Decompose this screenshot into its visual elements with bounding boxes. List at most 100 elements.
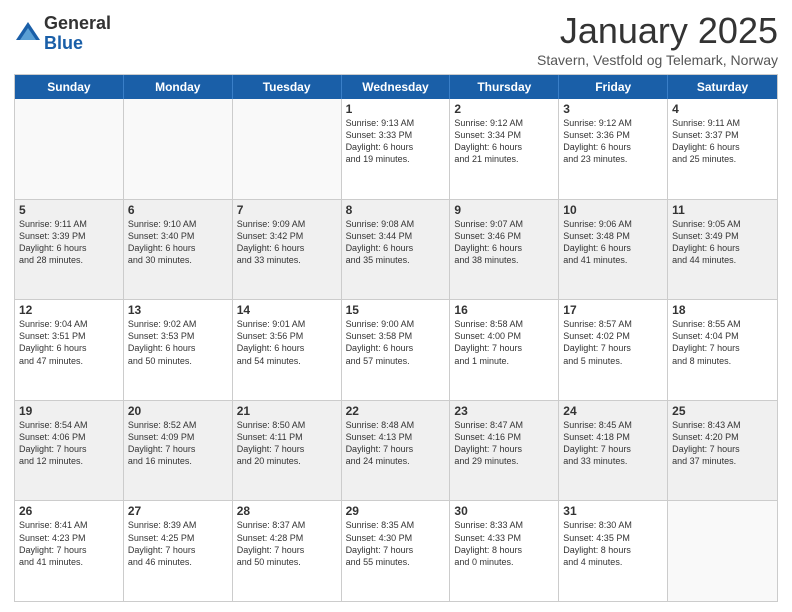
day-number: 7 bbox=[237, 203, 337, 217]
calendar-cell bbox=[15, 99, 124, 199]
day-info: Sunrise: 9:01 AM Sunset: 3:56 PM Dayligh… bbox=[237, 318, 337, 367]
calendar-cell: 11Sunrise: 9:05 AM Sunset: 3:49 PM Dayli… bbox=[668, 200, 777, 300]
day-info: Sunrise: 8:33 AM Sunset: 4:33 PM Dayligh… bbox=[454, 519, 554, 568]
calendar-cell: 7Sunrise: 9:09 AM Sunset: 3:42 PM Daylig… bbox=[233, 200, 342, 300]
month-title: January 2025 bbox=[537, 10, 778, 52]
day-number: 6 bbox=[128, 203, 228, 217]
day-info: Sunrise: 8:35 AM Sunset: 4:30 PM Dayligh… bbox=[346, 519, 446, 568]
calendar-cell: 8Sunrise: 9:08 AM Sunset: 3:44 PM Daylig… bbox=[342, 200, 451, 300]
calendar-header: SundayMondayTuesdayWednesdayThursdayFrid… bbox=[15, 75, 777, 99]
calendar-cell: 22Sunrise: 8:48 AM Sunset: 4:13 PM Dayli… bbox=[342, 401, 451, 501]
calendar-cell: 25Sunrise: 8:43 AM Sunset: 4:20 PM Dayli… bbox=[668, 401, 777, 501]
day-number: 3 bbox=[563, 102, 663, 116]
day-number: 11 bbox=[672, 203, 773, 217]
day-info: Sunrise: 8:41 AM Sunset: 4:23 PM Dayligh… bbox=[19, 519, 119, 568]
day-number: 17 bbox=[563, 303, 663, 317]
calendar-cell bbox=[124, 99, 233, 199]
calendar: SundayMondayTuesdayWednesdayThursdayFrid… bbox=[14, 74, 778, 602]
day-number: 4 bbox=[672, 102, 773, 116]
day-info: Sunrise: 9:00 AM Sunset: 3:58 PM Dayligh… bbox=[346, 318, 446, 367]
calendar-cell: 9Sunrise: 9:07 AM Sunset: 3:46 PM Daylig… bbox=[450, 200, 559, 300]
day-info: Sunrise: 9:08 AM Sunset: 3:44 PM Dayligh… bbox=[346, 218, 446, 267]
day-info: Sunrise: 9:06 AM Sunset: 3:48 PM Dayligh… bbox=[563, 218, 663, 267]
location: Stavern, Vestfold og Telemark, Norway bbox=[537, 52, 778, 68]
day-number: 1 bbox=[346, 102, 446, 116]
day-number: 20 bbox=[128, 404, 228, 418]
header-day-monday: Monday bbox=[124, 75, 233, 99]
calendar-cell: 3Sunrise: 9:12 AM Sunset: 3:36 PM Daylig… bbox=[559, 99, 668, 199]
calendar-row-1: 1Sunrise: 9:13 AM Sunset: 3:33 PM Daylig… bbox=[15, 99, 777, 199]
day-info: Sunrise: 9:10 AM Sunset: 3:40 PM Dayligh… bbox=[128, 218, 228, 267]
calendar-cell: 24Sunrise: 8:45 AM Sunset: 4:18 PM Dayli… bbox=[559, 401, 668, 501]
day-info: Sunrise: 8:37 AM Sunset: 4:28 PM Dayligh… bbox=[237, 519, 337, 568]
day-number: 31 bbox=[563, 504, 663, 518]
day-info: Sunrise: 8:52 AM Sunset: 4:09 PM Dayligh… bbox=[128, 419, 228, 468]
day-info: Sunrise: 8:58 AM Sunset: 4:00 PM Dayligh… bbox=[454, 318, 554, 367]
calendar-cell: 17Sunrise: 8:57 AM Sunset: 4:02 PM Dayli… bbox=[559, 300, 668, 400]
calendar-cell: 4Sunrise: 9:11 AM Sunset: 3:37 PM Daylig… bbox=[668, 99, 777, 199]
day-info: Sunrise: 9:02 AM Sunset: 3:53 PM Dayligh… bbox=[128, 318, 228, 367]
calendar-cell: 20Sunrise: 8:52 AM Sunset: 4:09 PM Dayli… bbox=[124, 401, 233, 501]
day-number: 16 bbox=[454, 303, 554, 317]
calendar-body: 1Sunrise: 9:13 AM Sunset: 3:33 PM Daylig… bbox=[15, 99, 777, 601]
calendar-cell: 21Sunrise: 8:50 AM Sunset: 4:11 PM Dayli… bbox=[233, 401, 342, 501]
day-number: 30 bbox=[454, 504, 554, 518]
day-info: Sunrise: 9:11 AM Sunset: 3:39 PM Dayligh… bbox=[19, 218, 119, 267]
day-number: 22 bbox=[346, 404, 446, 418]
day-info: Sunrise: 8:47 AM Sunset: 4:16 PM Dayligh… bbox=[454, 419, 554, 468]
day-number: 26 bbox=[19, 504, 119, 518]
day-info: Sunrise: 8:39 AM Sunset: 4:25 PM Dayligh… bbox=[128, 519, 228, 568]
calendar-cell: 26Sunrise: 8:41 AM Sunset: 4:23 PM Dayli… bbox=[15, 501, 124, 601]
day-number: 21 bbox=[237, 404, 337, 418]
day-number: 28 bbox=[237, 504, 337, 518]
calendar-cell: 12Sunrise: 9:04 AM Sunset: 3:51 PM Dayli… bbox=[15, 300, 124, 400]
day-info: Sunrise: 8:57 AM Sunset: 4:02 PM Dayligh… bbox=[563, 318, 663, 367]
day-number: 13 bbox=[128, 303, 228, 317]
calendar-cell: 15Sunrise: 9:00 AM Sunset: 3:58 PM Dayli… bbox=[342, 300, 451, 400]
day-info: Sunrise: 9:09 AM Sunset: 3:42 PM Dayligh… bbox=[237, 218, 337, 267]
logo-blue: Blue bbox=[44, 34, 111, 54]
day-number: 9 bbox=[454, 203, 554, 217]
calendar-cell bbox=[668, 501, 777, 601]
calendar-cell: 10Sunrise: 9:06 AM Sunset: 3:48 PM Dayli… bbox=[559, 200, 668, 300]
day-number: 5 bbox=[19, 203, 119, 217]
calendar-cell: 1Sunrise: 9:13 AM Sunset: 3:33 PM Daylig… bbox=[342, 99, 451, 199]
title-block: January 2025 Stavern, Vestfold og Telema… bbox=[537, 10, 778, 68]
header-day-tuesday: Tuesday bbox=[233, 75, 342, 99]
header-day-wednesday: Wednesday bbox=[342, 75, 451, 99]
calendar-cell: 23Sunrise: 8:47 AM Sunset: 4:16 PM Dayli… bbox=[450, 401, 559, 501]
day-number: 27 bbox=[128, 504, 228, 518]
day-number: 15 bbox=[346, 303, 446, 317]
header: General Blue January 2025 Stavern, Vestf… bbox=[14, 10, 778, 68]
day-info: Sunrise: 8:30 AM Sunset: 4:35 PM Dayligh… bbox=[563, 519, 663, 568]
day-info: Sunrise: 9:05 AM Sunset: 3:49 PM Dayligh… bbox=[672, 218, 773, 267]
calendar-cell: 19Sunrise: 8:54 AM Sunset: 4:06 PM Dayli… bbox=[15, 401, 124, 501]
day-info: Sunrise: 8:43 AM Sunset: 4:20 PM Dayligh… bbox=[672, 419, 773, 468]
calendar-cell: 16Sunrise: 8:58 AM Sunset: 4:00 PM Dayli… bbox=[450, 300, 559, 400]
logo: General Blue bbox=[14, 14, 111, 54]
day-number: 12 bbox=[19, 303, 119, 317]
day-info: Sunrise: 8:54 AM Sunset: 4:06 PM Dayligh… bbox=[19, 419, 119, 468]
day-info: Sunrise: 9:07 AM Sunset: 3:46 PM Dayligh… bbox=[454, 218, 554, 267]
day-info: Sunrise: 9:12 AM Sunset: 3:36 PM Dayligh… bbox=[563, 117, 663, 166]
day-number: 8 bbox=[346, 203, 446, 217]
day-number: 2 bbox=[454, 102, 554, 116]
day-info: Sunrise: 9:12 AM Sunset: 3:34 PM Dayligh… bbox=[454, 117, 554, 166]
header-day-sunday: Sunday bbox=[15, 75, 124, 99]
calendar-cell: 29Sunrise: 8:35 AM Sunset: 4:30 PM Dayli… bbox=[342, 501, 451, 601]
day-info: Sunrise: 8:50 AM Sunset: 4:11 PM Dayligh… bbox=[237, 419, 337, 468]
day-info: Sunrise: 9:04 AM Sunset: 3:51 PM Dayligh… bbox=[19, 318, 119, 367]
day-info: Sunrise: 8:45 AM Sunset: 4:18 PM Dayligh… bbox=[563, 419, 663, 468]
calendar-cell: 14Sunrise: 9:01 AM Sunset: 3:56 PM Dayli… bbox=[233, 300, 342, 400]
calendar-cell: 13Sunrise: 9:02 AM Sunset: 3:53 PM Dayli… bbox=[124, 300, 233, 400]
day-info: Sunrise: 9:13 AM Sunset: 3:33 PM Dayligh… bbox=[346, 117, 446, 166]
logo-general: General bbox=[44, 14, 111, 34]
day-number: 25 bbox=[672, 404, 773, 418]
calendar-cell: 27Sunrise: 8:39 AM Sunset: 4:25 PM Dayli… bbox=[124, 501, 233, 601]
day-number: 29 bbox=[346, 504, 446, 518]
day-number: 23 bbox=[454, 404, 554, 418]
logo-text: General Blue bbox=[44, 14, 111, 54]
calendar-row-5: 26Sunrise: 8:41 AM Sunset: 4:23 PM Dayli… bbox=[15, 500, 777, 601]
calendar-cell: 28Sunrise: 8:37 AM Sunset: 4:28 PM Dayli… bbox=[233, 501, 342, 601]
page: General Blue January 2025 Stavern, Vestf… bbox=[0, 0, 792, 612]
